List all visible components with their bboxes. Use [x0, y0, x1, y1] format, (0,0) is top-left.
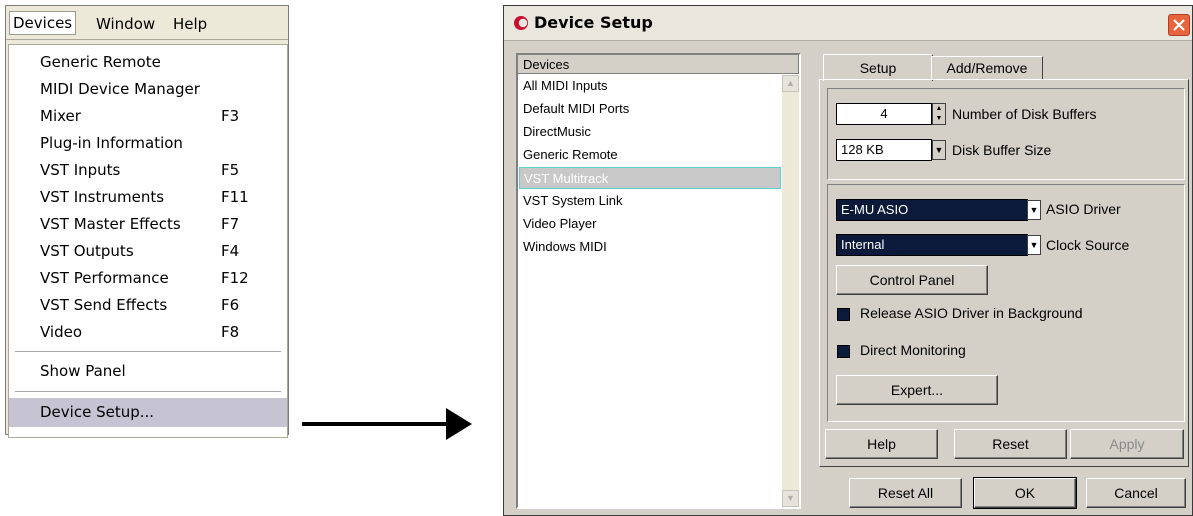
devices-menu: Devices Window Help Generic Remote MIDI … — [5, 5, 289, 438]
menu-item-video[interactable]: Video F8 — [9, 319, 287, 346]
menu-shortcut: F4 — [221, 242, 240, 260]
disk-buffers-label: Number of Disk Buffers — [952, 106, 1097, 122]
menu-window[interactable]: Window — [92, 13, 159, 35]
devices-list-header: Devices — [518, 55, 799, 74]
menu-help[interactable]: Help — [169, 13, 211, 35]
list-item[interactable]: Windows MIDI — [519, 236, 781, 258]
release-asio-label: Release ASIO Driver in Background — [860, 305, 1083, 321]
tab-setup[interactable]: Setup — [823, 54, 933, 81]
scroll-down-icon[interactable]: ▼ — [782, 490, 799, 507]
asio-driver-select[interactable]: E-MU ASIO — [836, 199, 1028, 221]
list-item[interactable]: Default MIDI Ports — [519, 98, 781, 120]
arrow-head-icon — [446, 408, 472, 440]
asio-settings-group: E-MU ASIO ▼ ASIO Driver Internal ▼ Clock… — [827, 184, 1185, 422]
menu-item-label: Show Panel — [40, 362, 126, 380]
menu-item-vst-send-effects[interactable]: VST Send Effects F6 — [9, 292, 287, 319]
buffer-size-label: Disk Buffer Size — [952, 142, 1052, 158]
menu-item-label: Mixer — [40, 107, 81, 125]
menu-devices[interactable]: Devices — [9, 11, 77, 35]
disk-buffers-input[interactable]: 4 — [836, 103, 932, 125]
menu-item-label: Generic Remote — [40, 53, 161, 71]
menu-item-vst-outputs[interactable]: VST Outputs F4 — [9, 238, 287, 265]
menu-item-label: VST Master Effects — [40, 215, 181, 233]
menu-item-label: VST Inputs — [40, 161, 121, 179]
menu-bar: Devices Window Help — [6, 6, 288, 40]
devices-list: Devices All MIDI Inputs Default MIDI Por… — [516, 53, 801, 509]
list-item[interactable]: DirectMusic — [519, 121, 781, 143]
menu-item-generic-remote[interactable]: Generic Remote — [9, 49, 287, 76]
clock-source-label: Clock Source — [1046, 237, 1130, 253]
list-scrollbar[interactable]: ▲ ▼ — [782, 75, 799, 507]
expert-button[interactable]: Expert... — [836, 375, 998, 405]
menu-item-label: Plug-in Information — [40, 134, 183, 152]
menu-item-label: MIDI Device Manager — [40, 80, 200, 98]
ok-button[interactable]: OK — [973, 477, 1077, 509]
chevron-down-icon[interactable]: ▼ — [1027, 235, 1041, 255]
reset-all-button[interactable]: Reset All — [849, 478, 962, 508]
control-panel-button[interactable]: Control Panel — [836, 265, 988, 295]
menu-item-mixer[interactable]: Mixer F3 — [9, 103, 287, 130]
menu-separator — [15, 391, 281, 392]
menu-item-label: VST Outputs — [40, 242, 134, 260]
devices-dropdown: Generic Remote MIDI Device Manager Mixer… — [8, 44, 288, 438]
menu-shortcut: F11 — [221, 188, 249, 206]
menu-item-device-setup[interactable]: Device Setup... — [9, 398, 287, 427]
reset-button[interactable]: Reset — [954, 429, 1067, 459]
menu-shortcut: F7 — [221, 215, 240, 233]
chevron-down-icon[interactable]: ▼ — [1027, 200, 1041, 220]
list-item[interactable]: Generic Remote — [519, 144, 781, 166]
menu-item-plugin-information[interactable]: Plug-in Information — [9, 130, 287, 157]
menu-item-label: Device Setup... — [40, 403, 155, 421]
spinner-arrows-icon[interactable]: ▲ ▼ — [932, 103, 946, 125]
dialog-title: Device Setup — [534, 13, 653, 32]
menu-item-vst-instruments[interactable]: VST Instruments F11 — [9, 184, 287, 211]
help-button[interactable]: Help — [825, 429, 938, 459]
menu-item-label: Video — [40, 323, 83, 341]
release-asio-checkbox[interactable] — [837, 308, 850, 321]
menu-item-vst-performance[interactable]: VST Performance F12 — [9, 265, 287, 292]
list-item[interactable]: VST System Link — [519, 190, 781, 212]
menu-shortcut: F3 — [221, 107, 240, 125]
apply-button[interactable]: Apply — [1070, 429, 1184, 459]
menu-shortcut: F6 — [221, 296, 240, 314]
direct-monitoring-checkbox[interactable] — [837, 345, 850, 358]
setup-tab-panel: 4 ▲ ▼ Number of Disk Buffers 128 KB ▼ Dis… — [819, 79, 1189, 467]
buffer-size-select[interactable]: 128 KB — [836, 139, 932, 161]
menu-item-label: VST Instruments — [40, 188, 165, 206]
close-icon — [1173, 19, 1185, 31]
asio-driver-label: ASIO Driver — [1046, 201, 1121, 217]
menu-shortcut: F5 — [221, 161, 240, 179]
direct-monitoring-label: Direct Monitoring — [860, 342, 966, 358]
cancel-button[interactable]: Cancel — [1086, 478, 1186, 508]
device-setup-dialog: Device Setup Devices All MIDI Inputs Def… — [503, 5, 1193, 516]
clock-source-select[interactable]: Internal — [836, 234, 1028, 256]
menu-item-midi-device-manager[interactable]: MIDI Device Manager — [9, 76, 287, 103]
menu-item-vst-inputs[interactable]: VST Inputs F5 — [9, 157, 287, 184]
title-bar: Device Setup — [504, 6, 1192, 41]
tab-add-remove[interactable]: Add/Remove — [931, 56, 1043, 79]
menu-item-label: VST Send Effects — [40, 296, 168, 314]
menu-item-vst-master-effects[interactable]: VST Master Effects F7 — [9, 211, 287, 238]
chevron-down-icon[interactable]: ▼ — [932, 140, 946, 160]
list-item-selected[interactable]: VST Multitrack — [519, 167, 781, 189]
scroll-up-icon[interactable]: ▲ — [782, 75, 799, 92]
menu-separator — [15, 351, 281, 352]
close-button[interactable] — [1168, 14, 1190, 36]
menu-item-show-panel[interactable]: Show Panel — [9, 358, 287, 385]
disk-settings-group: 4 ▲ ▼ Number of Disk Buffers 128 KB ▼ Dis… — [827, 88, 1185, 180]
list-item[interactable]: Video Player — [519, 213, 781, 235]
menu-shortcut: F8 — [221, 323, 240, 341]
menu-shortcut: F12 — [221, 269, 249, 287]
cubase-logo-icon — [514, 16, 528, 30]
menu-item-label: VST Performance — [40, 269, 169, 287]
arrow-line — [302, 422, 452, 426]
list-item[interactable]: All MIDI Inputs — [519, 75, 781, 97]
